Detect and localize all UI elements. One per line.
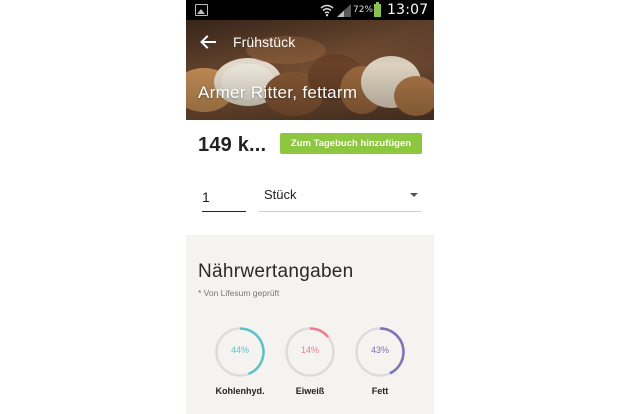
image-notification-icon [195,4,208,16]
unit-dropdown[interactable]: Stück [258,182,422,212]
macro-label: Fett [371,386,389,396]
macro-percent: 44% [230,345,249,355]
battery-icon [374,2,381,17]
calories-value: 149 k... [198,134,267,156]
macro-label: Eiweiß [295,386,325,396]
food-title: Armer Ritter, fettarm [198,83,358,102]
phone-screen: 72% 13:07 Frühstück Armer Ritter, fettar… [186,0,434,414]
quantity-input[interactable] [202,182,246,212]
macro-percent: 43% [370,345,389,355]
nutrition-title: Nährwertangaben [198,261,354,282]
status-bar: 72% 13:07 [186,0,434,20]
macro-label: Kohlenhyd. [215,386,265,396]
back-arrow-icon[interactable] [199,33,217,51]
macro-ring-protein: 14% [284,326,336,378]
nutrition-panel: Nährwertangaben * Von Lifesum geprüft 44… [186,235,434,414]
add-to-diary-button[interactable]: Zum Tagebuch hinzufügen [280,133,422,154]
macro-ring-fat: 43% [354,326,406,378]
unit-selected-value: Stück [264,187,297,202]
toolbar: Frühstück [186,20,434,64]
dropdown-arrow-icon [410,193,418,197]
macro-ring-carbs: 44% [214,326,266,378]
toolbar-title: Frühstück [233,34,296,50]
signal-icon [337,4,351,17]
wifi-icon [320,4,334,17]
food-header: Frühstück Armer Ritter, fettarm [186,20,434,120]
clock: 13:07 [387,2,429,18]
macro-percent: 14% [300,345,319,355]
battery-percent: 72% [353,5,374,15]
verified-note: * Von Lifesum geprüft [198,288,280,298]
